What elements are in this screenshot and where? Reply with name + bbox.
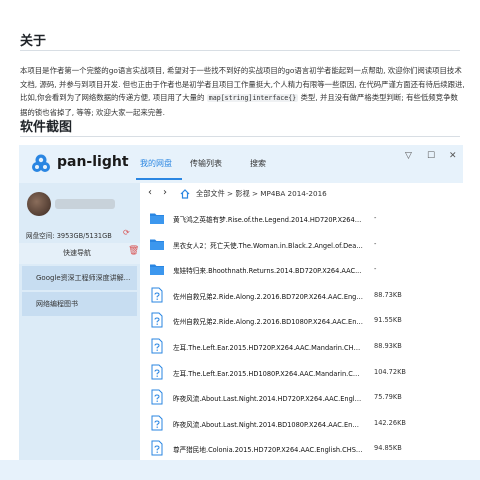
app-logo-icon bbox=[32, 154, 50, 172]
quick-nav-header: 快速导航 🗑 bbox=[19, 243, 140, 264]
close-icon[interactable]: ✕ bbox=[449, 151, 457, 161]
avatar[interactable] bbox=[27, 192, 51, 216]
folder-icon bbox=[149, 236, 165, 252]
app-header: pan-light 我的网盘 传输列表 搜索 ▽ ☐ ✕ bbox=[19, 145, 463, 183]
file-icon bbox=[149, 338, 165, 354]
file-row[interactable]: 昨夜风流.About.Last.Night.2014.HD720P.X264.A… bbox=[144, 384, 463, 410]
screenshot-heading: 软件截图 bbox=[20, 120, 73, 135]
file-size: 88.73KB bbox=[374, 290, 402, 299]
file-icon bbox=[149, 364, 165, 380]
file-name: 昨夜风流.About.Last.Night.2014.BD1080P.X264.… bbox=[173, 420, 363, 429]
file-name: 佐州自救兄弟2.Ride.Along.2.2016.BD720P.X264.AA… bbox=[173, 292, 363, 301]
active-tab-indicator bbox=[136, 178, 182, 180]
sidebar-item-label: Google资深工程师深度讲解... bbox=[36, 274, 131, 282]
file-icon bbox=[149, 440, 165, 456]
tab-my-disk[interactable]: 我的网盘 bbox=[140, 158, 172, 169]
breadcrumb[interactable]: 全部文件 > 影视 > MP4BA 2014-2016 bbox=[196, 189, 327, 199]
quick-nav-title: 快速导航 bbox=[63, 249, 91, 257]
about-heading: 关于 bbox=[20, 34, 47, 49]
storage-usage: 网盘空间: 3953GB/5131GB bbox=[26, 232, 112, 240]
file-row[interactable]: 鬼娃特归来.Bhoothnath.Returns.2014.BD720P.X26… bbox=[144, 256, 463, 282]
folder-icon bbox=[149, 261, 165, 277]
refresh-icon[interactable]: ⟳ bbox=[123, 228, 130, 237]
file-name: 左耳.The.Left.Ear.2015.HD1080P.X264.AAC.Ma… bbox=[173, 369, 363, 378]
back-button[interactable]: ‹ bbox=[148, 187, 152, 198]
username-redacted bbox=[55, 199, 115, 209]
file-size: - bbox=[374, 265, 377, 274]
file-name: 左耳.The.Left.Ear.2015.HD720P.X264.AAC.Man… bbox=[173, 344, 363, 352]
sidebar-item-favorite[interactable]: 网络编程图书 bbox=[22, 292, 137, 316]
file-icon bbox=[149, 415, 165, 431]
collapse-icon[interactable]: ▽ bbox=[405, 151, 412, 161]
file-name: 黑衣女人2：死亡天使.The.Woman.in.Black.2.Angel.of… bbox=[173, 241, 363, 250]
tab-transfer-list[interactable]: 传输列表 bbox=[190, 158, 222, 169]
path-bar: ‹ › 全部文件 > 影视 > MP4BA 2014-2016 bbox=[143, 183, 463, 205]
file-row[interactable]: 黄飞鸿之英雄有梦.Rise.of.the.Legend.2014.HD720P.… bbox=[144, 205, 463, 231]
about-paragraph: 本项目是作者第一个完整的go语言实战项目, 希望对于一些找不到好的实战项目的go… bbox=[20, 64, 465, 119]
file-row[interactable]: 尊严猎民地.Colonia.2015.HD720P.X264.AAC.Engli… bbox=[144, 435, 463, 461]
file-name: 鬼娃特归来.Bhoothnath.Returns.2014.BD720P.X26… bbox=[173, 267, 362, 276]
tab-search[interactable]: 搜索 bbox=[250, 158, 266, 169]
file-name: 黄飞鸿之英雄有梦.Rise.of.the.Legend.2014.HD720P.… bbox=[173, 216, 363, 224]
file-row[interactable]: 佐州自救兄弟2.Ride.Along.2.2016.BD1080P.X264.A… bbox=[144, 307, 463, 333]
file-name: 尊严猎民地.Colonia.2015.HD720P.X264.AAC.Engli… bbox=[173, 446, 363, 455]
home-icon[interactable] bbox=[180, 189, 190, 199]
file-row[interactable]: 黑衣女人2：死亡天使.The.Woman.in.Black.2.Angel.of… bbox=[144, 231, 463, 257]
sidebar-item-label: 网络编程图书 bbox=[36, 300, 78, 308]
bottom-strip bbox=[0, 460, 480, 480]
file-size: 75.79KB bbox=[374, 393, 402, 402]
forward-button[interactable]: › bbox=[163, 187, 167, 198]
file-size: - bbox=[374, 214, 377, 222]
maximize-icon[interactable]: ☐ bbox=[427, 151, 435, 161]
folder-icon bbox=[149, 210, 165, 226]
file-size: - bbox=[374, 239, 377, 248]
file-icon bbox=[149, 312, 165, 328]
app-screenshot: pan-light 我的网盘 传输列表 搜索 ▽ ☐ ✕ 网盘空间: 3953G… bbox=[19, 145, 463, 461]
sidebar-item-favorite[interactable]: Google资深工程师深度讲解... bbox=[22, 266, 137, 290]
file-size: 91.55KB bbox=[374, 316, 402, 325]
file-row[interactable]: 左耳.The.Left.Ear.2015.HD1080P.X264.AAC.Ma… bbox=[144, 359, 463, 385]
trash-icon[interactable]: 🗑 bbox=[128, 246, 139, 256]
file-row[interactable]: 昨夜风流.About.Last.Night.2014.BD1080P.X264.… bbox=[144, 410, 463, 436]
file-row[interactable]: 佐州自救兄弟2.Ride.Along.2.2016.BD720P.X264.AA… bbox=[144, 282, 463, 308]
file-size: 94.85KB bbox=[374, 444, 402, 453]
file-icon bbox=[149, 389, 165, 405]
file-size: 88.93KB bbox=[374, 342, 402, 350]
file-icon bbox=[149, 287, 165, 303]
heading-divider bbox=[20, 50, 460, 51]
file-name: 佐州自救兄弟2.Ride.Along.2.2016.BD1080P.X264.A… bbox=[173, 318, 363, 327]
app-name: pan-light bbox=[57, 154, 129, 170]
file-row[interactable]: 左耳.The.Left.Ear.2015.HD720P.X264.AAC.Man… bbox=[144, 333, 463, 359]
about-code: map[string]interface{} bbox=[206, 94, 299, 103]
file-size: 142.26KB bbox=[374, 418, 406, 427]
sidebar: 网盘空间: 3953GB/5131GB ⟳ 快速导航 🗑 Google资深工程师… bbox=[19, 183, 140, 461]
file-name: 昨夜风流.About.Last.Night.2014.HD720P.X264.A… bbox=[173, 395, 363, 404]
heading-divider bbox=[20, 136, 460, 137]
file-list: 黄飞鸿之英雄有梦.Rise.of.the.Legend.2014.HD720P.… bbox=[144, 205, 463, 461]
file-size: 104.72KB bbox=[374, 367, 406, 376]
